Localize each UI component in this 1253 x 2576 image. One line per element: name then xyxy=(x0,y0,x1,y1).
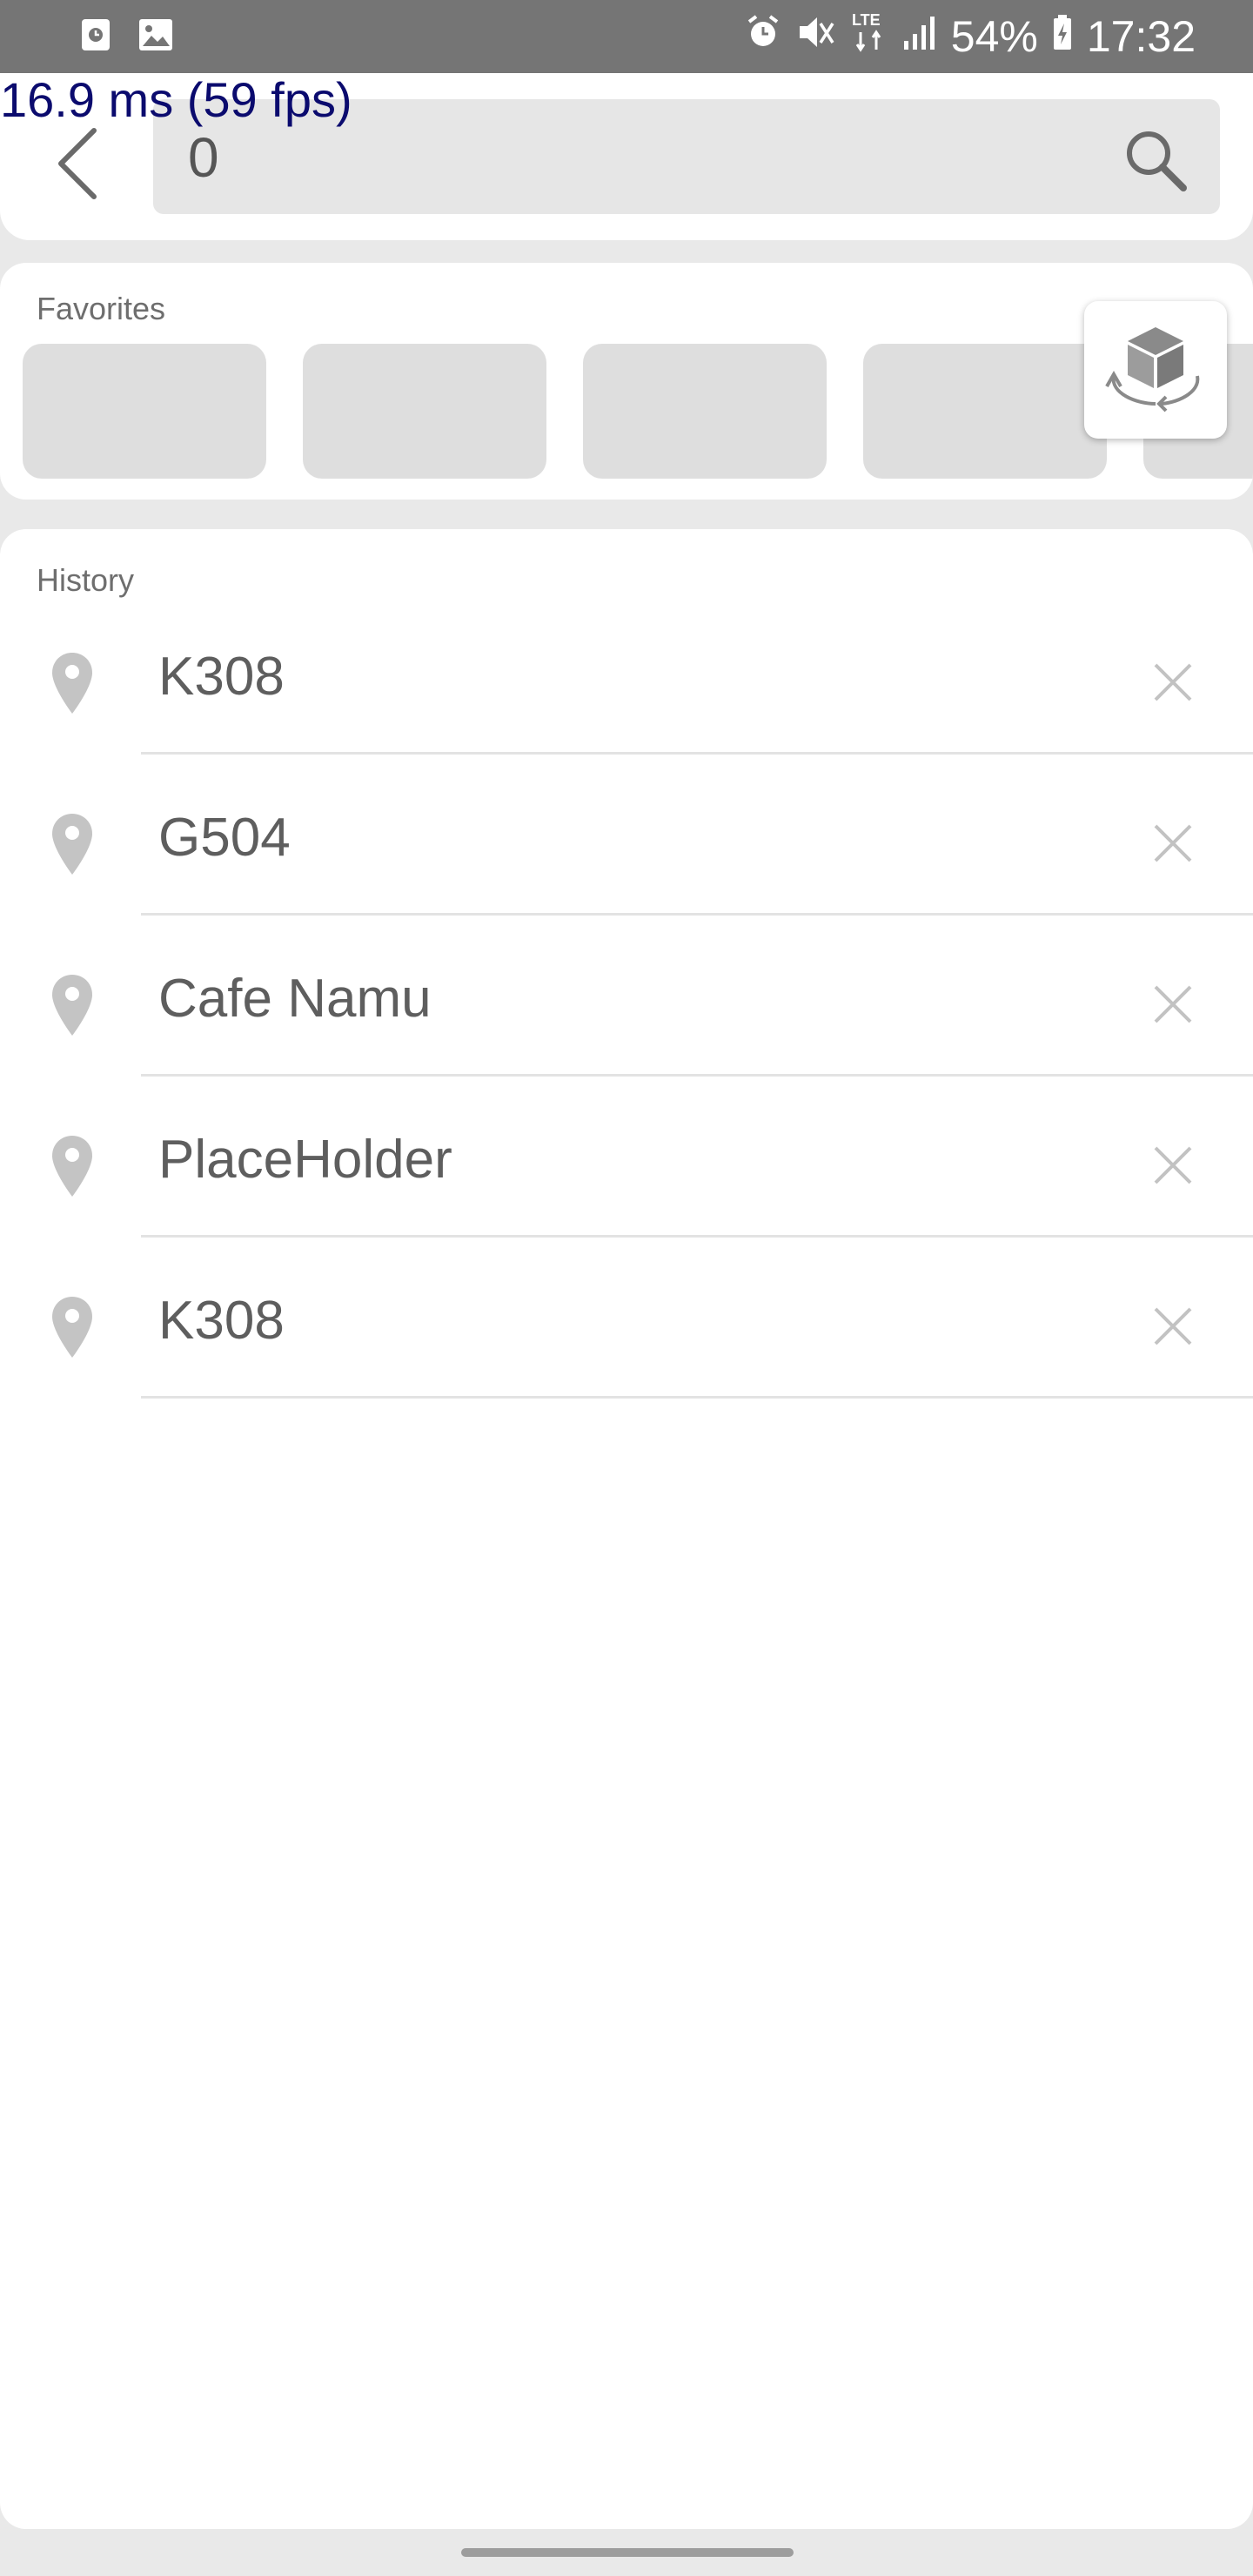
search-icon[interactable] xyxy=(1121,125,1190,195)
history-item-label: K308 xyxy=(158,647,285,707)
divider xyxy=(141,752,1253,755)
divider xyxy=(141,1235,1253,1238)
fps-counter: 16.9 ms (59 fps) xyxy=(0,72,352,127)
divider xyxy=(141,1396,1253,1399)
history-item-label: K308 xyxy=(158,1291,285,1351)
history-item[interactable]: K308 xyxy=(0,625,1253,786)
divider xyxy=(141,913,1253,916)
status-left-icons xyxy=(80,17,174,57)
screenshot-icon xyxy=(80,17,111,57)
clock: 17:32 xyxy=(1086,12,1196,61)
remove-close-icon[interactable] xyxy=(1152,661,1194,703)
favorites-label: Favorites xyxy=(37,291,166,326)
remove-close-icon[interactable] xyxy=(1152,1305,1194,1347)
svg-text:LTE: LTE xyxy=(852,11,881,29)
3d-view-button[interactable] xyxy=(1084,301,1227,439)
signal-icon xyxy=(902,11,937,62)
alarm-icon xyxy=(744,11,782,62)
history-label: History xyxy=(37,562,135,598)
favorites-section: Favorites xyxy=(0,263,1253,500)
location-pin-icon xyxy=(50,812,94,876)
gallery-icon xyxy=(137,17,174,57)
battery-charging-icon xyxy=(1052,11,1073,62)
mute-icon xyxy=(796,11,836,62)
back-button[interactable] xyxy=(49,120,110,207)
history-item[interactable]: K308 xyxy=(0,1269,1253,1430)
favorite-tile[interactable] xyxy=(23,344,266,479)
remove-close-icon[interactable] xyxy=(1152,1144,1194,1186)
location-pin-icon xyxy=(50,1134,94,1198)
battery-percent: 54% xyxy=(950,12,1038,61)
history-item-label: PlaceHolder xyxy=(158,1130,452,1190)
status-right-icons: LTE 54% 17:32 xyxy=(744,0,1196,73)
favorite-tile[interactable] xyxy=(863,344,1107,479)
lte-icon: LTE xyxy=(850,10,888,64)
location-pin-icon xyxy=(50,1295,94,1359)
history-item-label: G504 xyxy=(158,808,291,868)
remove-close-icon[interactable] xyxy=(1152,822,1194,864)
remove-close-icon[interactable] xyxy=(1152,983,1194,1025)
history-item[interactable]: G504 xyxy=(0,786,1253,947)
back-arrow-icon xyxy=(58,128,97,199)
history-item-label: Cafe Namu xyxy=(158,969,432,1029)
history-section: History K308 G504 Cafe Namu PlaceHolder … xyxy=(0,529,1253,2529)
location-pin-icon xyxy=(50,651,94,715)
favorite-tile[interactable] xyxy=(303,344,546,479)
divider xyxy=(141,1074,1253,1077)
location-pin-icon xyxy=(50,973,94,1037)
search-input-value: 0 xyxy=(188,126,219,189)
3d-cube-icon xyxy=(1105,327,1200,413)
home-indicator[interactable] xyxy=(461,2548,794,2557)
history-item[interactable]: PlaceHolder xyxy=(0,1108,1253,1269)
favorite-tile[interactable] xyxy=(583,344,827,479)
history-item[interactable]: Cafe Namu xyxy=(0,947,1253,1108)
status-bar: LTE 54% 17:32 xyxy=(0,0,1253,73)
